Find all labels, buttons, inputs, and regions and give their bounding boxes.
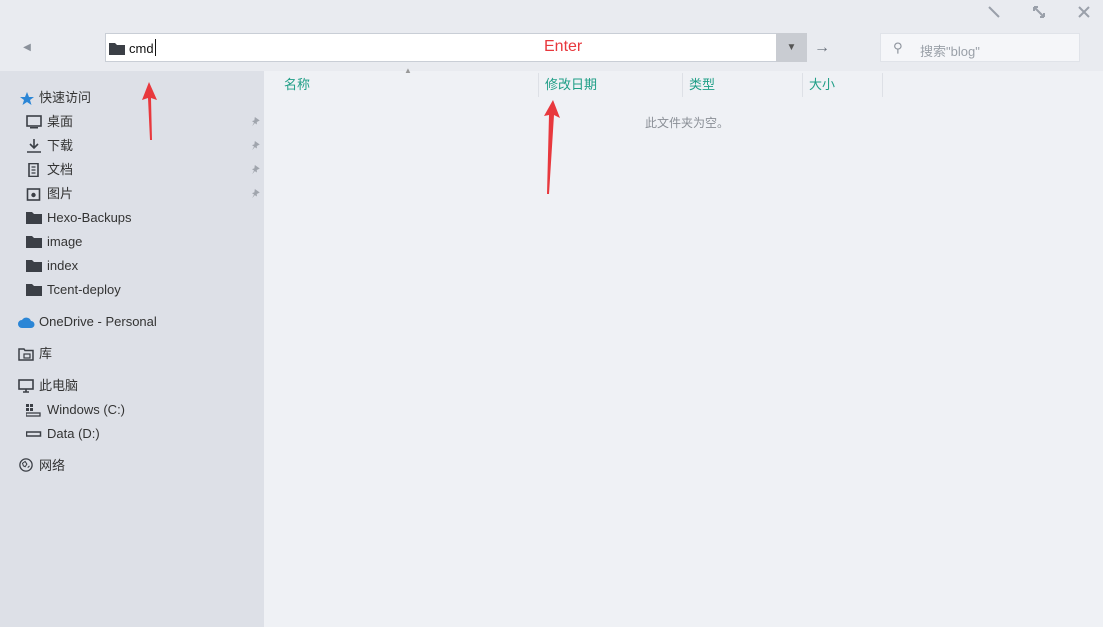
sidebar-item-label: Hexo-Backups — [47, 210, 132, 225]
sidebar-item-label: 快速访问 — [39, 90, 92, 105]
address-dropdown-button[interactable]: ▼ — [776, 33, 807, 62]
document-icon — [28, 163, 39, 177]
text-caret — [155, 39, 156, 56]
computer-icon — [18, 379, 34, 393]
drive-icon — [26, 431, 42, 437]
sort-ascending-icon: ▲ — [404, 66, 412, 75]
pin-icon[interactable] — [249, 164, 261, 176]
download-icon — [27, 139, 41, 153]
desktop-icon — [26, 115, 42, 129]
pin-icon[interactable] — [249, 116, 261, 128]
column-divider[interactable] — [682, 73, 683, 97]
sidebar-item-label: OneDrive - Personal — [39, 314, 157, 329]
empty-folder-message: 此文件夹为空。 — [645, 116, 730, 130]
cloud-icon — [18, 317, 35, 328]
sidebar-item-label: 图片 — [47, 186, 74, 201]
sidebar-item-label: 网络 — [39, 458, 66, 473]
sidebar-item-label: Tcent-deploy — [47, 282, 121, 297]
maximize-icon[interactable] — [1029, 4, 1049, 20]
enter-annotation: Enter — [544, 38, 583, 55]
library-icon — [18, 348, 34, 361]
picture-icon — [26, 188, 41, 201]
pin-icon[interactable] — [249, 188, 261, 200]
folder-icon — [26, 236, 42, 248]
sidebar-item-label: 桌面 — [47, 114, 74, 129]
minimize-icon[interactable] — [984, 4, 1004, 20]
annotation-arrow — [544, 100, 560, 194]
sidebar-item-label: 库 — [39, 346, 53, 361]
network-icon — [19, 458, 33, 472]
folder-icon — [26, 260, 42, 272]
pin-icon[interactable] — [249, 140, 261, 152]
sidebar-item-label: Windows (C:) — [47, 402, 126, 417]
sidebar-item-label: image — [47, 234, 83, 249]
windows-drive-icon — [26, 404, 41, 417]
annotation-arrow — [142, 82, 157, 140]
sidebar-item-label: index — [47, 258, 79, 273]
back-button[interactable]: ◀ — [18, 38, 36, 58]
address-input-value[interactable]: cmd — [129, 41, 154, 56]
column-header-name[interactable]: 名称 — [284, 76, 310, 96]
star-icon — [20, 92, 34, 105]
folder-icon — [26, 212, 42, 224]
address-bar[interactable]: cmd — [105, 33, 806, 62]
sidebar-item-label: 下载 — [47, 138, 74, 153]
column-header-modified[interactable]: 修改日期 — [545, 76, 597, 96]
column-header-type[interactable]: 类型 — [689, 76, 715, 96]
column-divider[interactable] — [802, 73, 803, 97]
column-header-size[interactable]: 大小 — [809, 76, 835, 96]
search-icon: ⚲ — [893, 40, 903, 55]
column-divider[interactable] — [538, 73, 539, 97]
sidebar-item-label: Data (D:) — [47, 426, 100, 441]
sidebar-item-label: 此电脑 — [39, 378, 79, 393]
go-button[interactable]: → — [812, 36, 832, 60]
column-divider[interactable] — [882, 73, 883, 97]
folder-icon — [109, 43, 125, 55]
sidebar-item-label: 文档 — [47, 162, 74, 177]
search-placeholder[interactable]: 搜索"blog" — [920, 41, 980, 60]
folder-icon — [26, 284, 42, 296]
search-box[interactable]: ⚲ 搜索"blog" — [880, 33, 1080, 62]
close-icon[interactable] — [1074, 4, 1094, 20]
